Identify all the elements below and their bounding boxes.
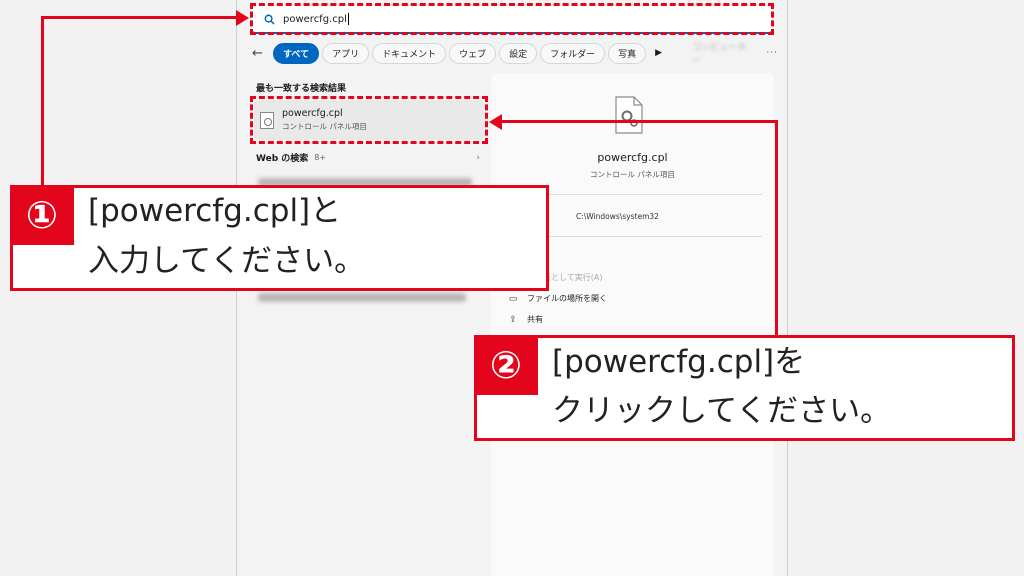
detail-subtitle: コントロール パネル項目 — [590, 170, 675, 179]
arrow-line — [41, 16, 44, 186]
back-arrow-icon[interactable]: ← — [252, 46, 273, 61]
more-options-icon[interactable]: ··· — [766, 48, 778, 58]
filter-web[interactable]: ウェブ — [449, 42, 497, 64]
arrow-line — [775, 120, 778, 336]
result-highlight — [250, 96, 488, 144]
filter-apps[interactable]: アプリ — [322, 42, 370, 64]
filter-settings[interactable]: 設定 — [499, 42, 538, 64]
filter-folders[interactable]: フォルダー — [540, 42, 606, 64]
filter-photos[interactable]: 写真 — [608, 42, 647, 64]
detail-name: powercfg.cpl — [597, 151, 668, 164]
more-filters-play-icon[interactable]: ▶ — [655, 48, 662, 58]
share-icon: ⇪ — [509, 314, 517, 325]
action-share[interactable]: ⇪ 共有 — [508, 314, 543, 325]
arrowhead-icon — [236, 10, 249, 26]
folder-icon: ▭ — [508, 293, 518, 304]
step-2-badge: ② — [474, 335, 538, 395]
web-result-blurred[interactable] — [258, 293, 466, 302]
callout-2-line-1: [powercfg.cpl]を — [552, 344, 806, 380]
search-box-highlight — [250, 3, 774, 35]
callout-1-line-1: [powercfg.cpl]と — [88, 193, 342, 229]
web-search-count: 8+ — [314, 153, 327, 162]
location-value: C:\Windows\system32 — [576, 212, 659, 221]
action-open-file-location[interactable]: ▭ ファイルの場所を開く — [508, 293, 607, 304]
filter-bar: ← すべて アプリ ドキュメント ウェブ 設定 フォルダー 写真 ▶ コンピュー… — [252, 40, 778, 66]
action-label: 共有 — [527, 315, 543, 324]
account-name[interactable]: コンピューター — [692, 40, 752, 66]
control-panel-file-icon — [615, 96, 643, 134]
best-match-heading: 最も一致する検索結果 — [256, 84, 347, 94]
arrow-line — [500, 120, 778, 123]
arrow-line — [41, 16, 237, 19]
web-search-label: Web の検索 — [256, 154, 309, 164]
web-search-heading[interactable]: Web の検索 8+ › — [256, 151, 480, 165]
callout-2-line-2: クリックしてください。 — [552, 393, 892, 429]
arrowhead-icon — [489, 114, 502, 130]
action-label: ファイルの場所を開く — [527, 294, 607, 303]
filter-documents[interactable]: ドキュメント — [372, 42, 447, 64]
filter-all[interactable]: すべて — [273, 42, 320, 64]
step-1-badge: ① — [10, 185, 74, 245]
callout-1-line-2: 入力してください。 — [88, 243, 366, 279]
chevron-right-icon[interactable]: › — [476, 153, 480, 163]
